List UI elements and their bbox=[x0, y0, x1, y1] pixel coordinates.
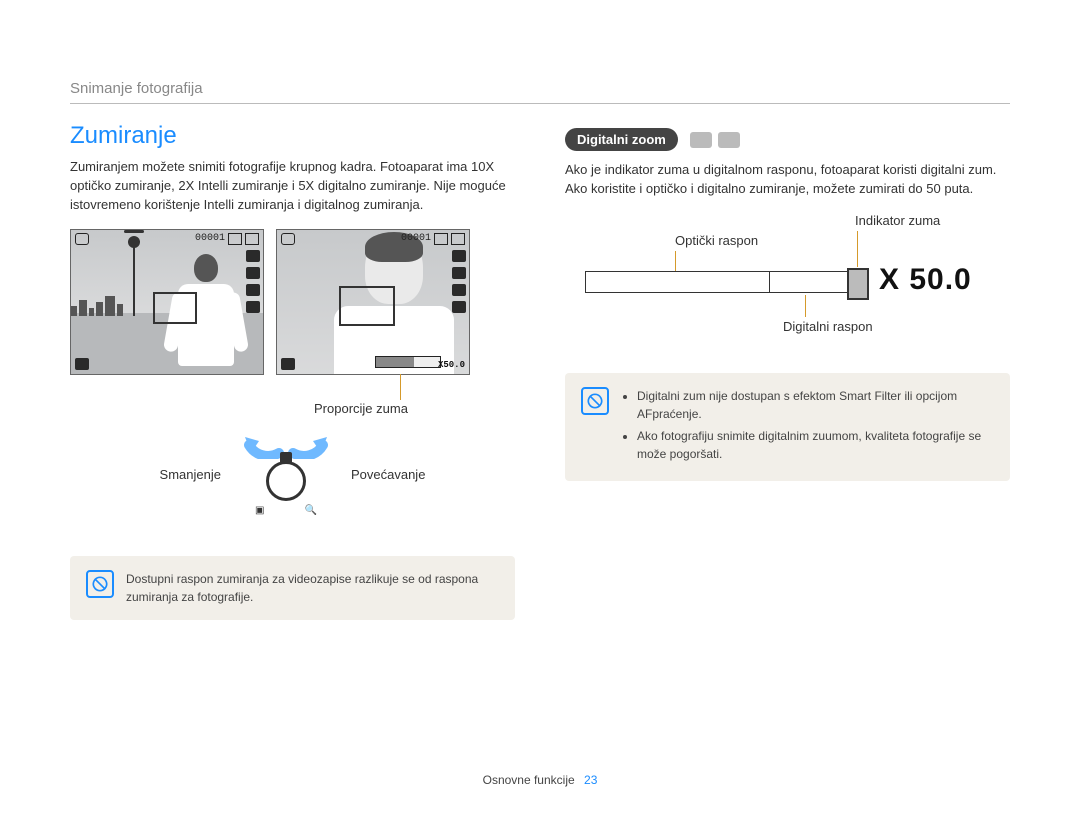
digital-zoom-pill: Digitalni zoom bbox=[565, 128, 678, 151]
digital-zoom-paragraph: Ako je indikator zuma u digitalnom raspo… bbox=[565, 161, 1010, 199]
page-number: 23 bbox=[584, 773, 597, 787]
osd-icon bbox=[452, 284, 466, 296]
card-icon bbox=[245, 233, 259, 245]
osd-icon bbox=[246, 267, 260, 279]
osd-icon bbox=[452, 267, 466, 279]
osd-icon bbox=[452, 301, 466, 313]
section-header: Snimanje fotografija bbox=[70, 80, 1010, 104]
leader-line bbox=[805, 295, 806, 317]
mode-scene-icon bbox=[718, 132, 740, 148]
camera-screen-wide: 00001 bbox=[70, 229, 264, 375]
note-box: Digitalni zum nije dostupan s efektom Sm… bbox=[565, 373, 1010, 481]
shot-counter: 00001 bbox=[401, 233, 431, 244]
optical-segment bbox=[585, 271, 770, 293]
note-item: Ako fotografiju snimite digitalnim zuumo… bbox=[637, 427, 994, 463]
zoom-ring-illustration: ▣ 🔍 bbox=[241, 433, 331, 516]
zoom-track bbox=[585, 271, 865, 293]
mode-camera-icon bbox=[690, 132, 712, 148]
digital-range-label: Digitalni raspon bbox=[783, 319, 873, 334]
mode-icons bbox=[690, 132, 740, 148]
note-list: Digitalni zum nije dostupan s efektom Sm… bbox=[621, 387, 994, 467]
note-text: Dostupni raspon zumiranja za videozapise… bbox=[126, 570, 499, 606]
osd-icon bbox=[246, 284, 260, 296]
battery-icon bbox=[434, 233, 448, 245]
shot-counter: 00001 bbox=[195, 233, 225, 244]
camera-mode-icon bbox=[281, 233, 295, 245]
card-icon bbox=[451, 233, 465, 245]
zoom-proportion-label: Proporcije zuma bbox=[314, 401, 408, 416]
note-item: Digitalni zum nije dostupan s efektom Sm… bbox=[637, 387, 994, 423]
digital-zoom-diagram: Indikator zuma Optički raspon X 50.0 Dig… bbox=[565, 213, 1010, 363]
note-icon bbox=[581, 387, 609, 415]
lamp-icon bbox=[133, 244, 135, 316]
zoom-value: X50.0 bbox=[438, 360, 465, 370]
zoom-decrease-label: Smanjenje bbox=[160, 467, 221, 482]
zoom-bar bbox=[375, 356, 441, 368]
footer-label: Osnovne funkcije bbox=[483, 773, 575, 787]
zoom-out-icon: ▣ bbox=[255, 505, 264, 516]
osd-icon bbox=[281, 358, 295, 370]
camera-screenshots: 00001 bbox=[70, 229, 515, 375]
zoom-ring-icon bbox=[266, 461, 306, 501]
indicator-label: Indikator zuma bbox=[855, 213, 940, 228]
zoom-readout: X 50.0 bbox=[879, 263, 972, 297]
leader-line bbox=[400, 374, 401, 400]
page-title: Zumiranje bbox=[70, 122, 515, 150]
leader-line bbox=[675, 251, 676, 271]
camera-screen-zoomed: 00001 X50.0 bbox=[276, 229, 470, 375]
intro-paragraph: Zumiranjem možete snimiti fotografije kr… bbox=[70, 158, 515, 215]
osd-icon bbox=[246, 301, 260, 313]
zoom-indicator-icon bbox=[847, 268, 869, 300]
page-footer: Osnovne funkcije 23 bbox=[0, 773, 1080, 787]
right-column: Digitalni zoom Ako je indikator zuma u d… bbox=[565, 122, 1010, 620]
camera-mode-icon bbox=[75, 233, 89, 245]
zoom-increase-label: Povećavanje bbox=[351, 467, 425, 482]
focus-box-icon bbox=[339, 286, 395, 326]
battery-icon bbox=[228, 233, 242, 245]
note-box: Dostupni raspon zumiranja za videozapise… bbox=[70, 556, 515, 620]
osd-icon bbox=[246, 250, 260, 262]
osd-icon bbox=[75, 358, 89, 370]
focus-box-icon bbox=[153, 292, 197, 324]
left-column: Zumiranje Zumiranjem možete snimiti foto… bbox=[70, 122, 515, 620]
zoom-in-icon: 🔍 bbox=[304, 505, 316, 516]
leader-line bbox=[857, 231, 858, 267]
note-icon bbox=[86, 570, 114, 598]
optical-range-label: Optički raspon bbox=[675, 233, 758, 248]
osd-icon bbox=[452, 250, 466, 262]
